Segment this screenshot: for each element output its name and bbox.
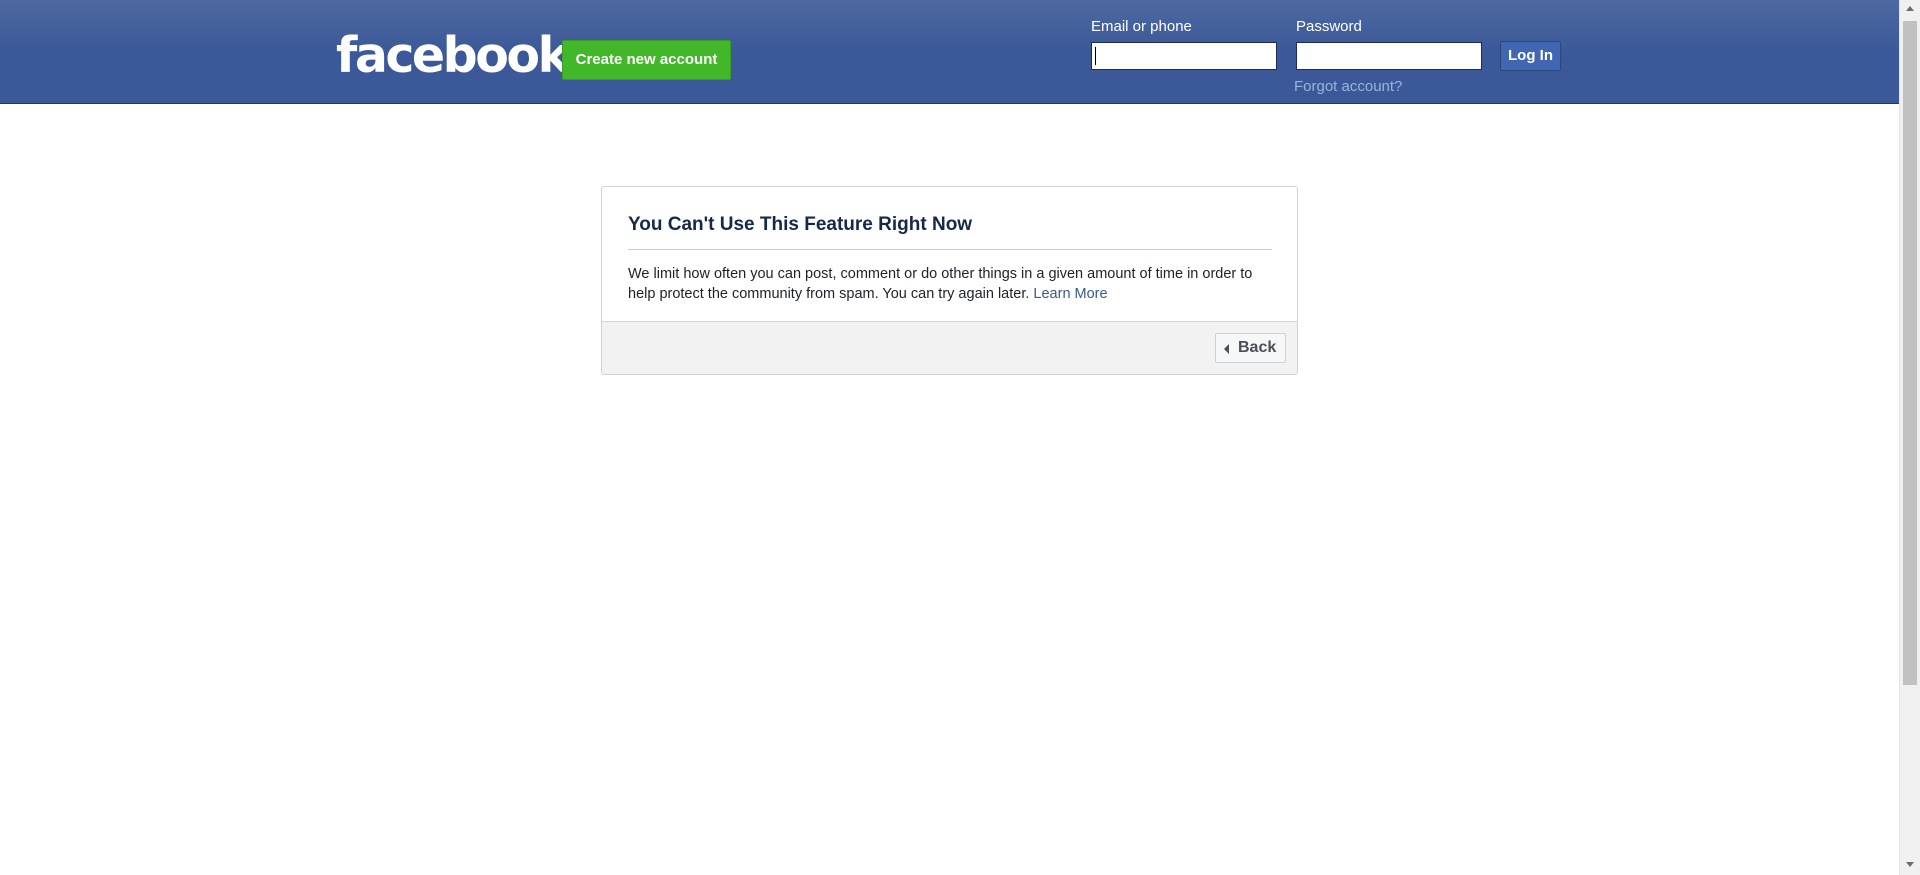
vertical-scrollbar[interactable] — [1899, 0, 1920, 875]
log-in-button[interactable]: Log In — [1500, 41, 1561, 71]
scrollbar-thumb[interactable] — [1903, 21, 1917, 685]
dialog-divider — [628, 249, 1272, 250]
back-button-label: Back — [1238, 339, 1277, 356]
password-label: Password — [1296, 18, 1362, 35]
top-navigation-bar: facebook Create new account Email or pho… — [0, 0, 1899, 104]
back-button[interactable]: Back — [1215, 333, 1286, 363]
arrow-down-icon[interactable] — [1906, 862, 1914, 867]
create-new-account-button[interactable]: Create new account — [562, 40, 731, 80]
caret-left-icon — [1224, 344, 1229, 354]
text-cursor — [1095, 47, 1096, 65]
forgot-account-link[interactable]: Forgot account? — [1294, 77, 1402, 97]
email-or-phone-input[interactable] — [1091, 42, 1277, 70]
arrow-up-icon[interactable] — [1906, 6, 1914, 11]
password-input[interactable] — [1296, 42, 1482, 70]
dialog-footer: Back — [602, 321, 1297, 374]
email-label: Email or phone — [1091, 18, 1192, 35]
learn-more-link[interactable]: Learn More — [1033, 286, 1107, 302]
facebook-logo[interactable]: facebook — [336, 24, 570, 88]
dialog-title: You Can't Use This Feature Right Now — [628, 214, 973, 235]
rate-limit-dialog: You Can't Use This Feature Right Now We … — [601, 186, 1298, 375]
page: facebook Create new account Email or pho… — [0, 0, 1920, 875]
dialog-message-text: We limit how often you can post, comment… — [628, 266, 1253, 302]
dialog-message: We limit how often you can post, comment… — [628, 264, 1273, 304]
